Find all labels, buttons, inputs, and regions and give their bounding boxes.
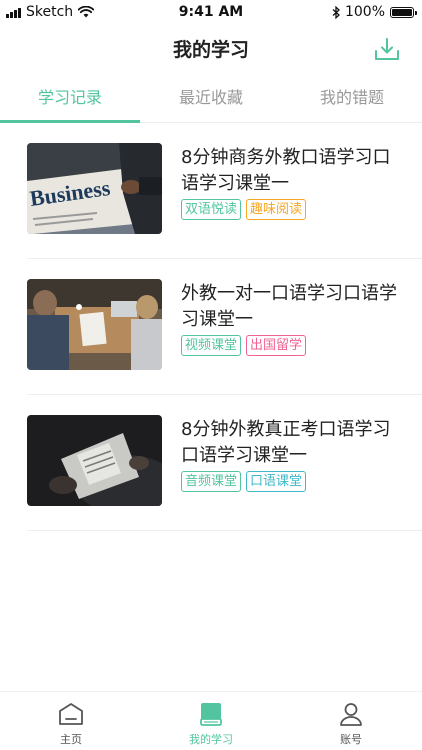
course-title: 外教一对一口语学习口语学习课堂一	[181, 283, 397, 330]
tabbar-label: 我的学习	[189, 733, 233, 746]
course-thumbnail: Business	[27, 143, 162, 234]
battery-percent: 100%	[344, 4, 385, 20]
tag-badge[interactable]: 视频课堂	[181, 335, 242, 356]
course-title: 8分钟商务外教口语学习口语学习课堂一	[181, 147, 391, 194]
tag-badge[interactable]: 音频课堂	[181, 471, 242, 492]
download-button[interactable]	[372, 34, 402, 64]
course-list: Business 8分钟商务外教口语学习口语学习课堂一 双语悦读 趣味阅读 外教…	[0, 123, 422, 531]
tabbar-my-study[interactable]: 我的学习	[141, 692, 281, 750]
tab-label: 学习记录	[37, 88, 102, 107]
bluetooth-icon	[332, 5, 340, 19]
course-thumbnail	[27, 415, 162, 506]
tabbar-home[interactable]: 主页	[1, 692, 141, 750]
bottom-tab-bar: 主页 我的学习 账号	[0, 691, 422, 750]
status-bar: Sketch 9:41 AM 100%	[0, 0, 422, 24]
home-icon	[59, 703, 83, 725]
tag-badge[interactable]: 口语课堂	[246, 471, 307, 492]
download-icon	[375, 38, 399, 60]
tag-list: 双语悦读 趣味阅读	[181, 199, 307, 220]
user-icon	[340, 703, 362, 726]
page-title: 我的学习	[172, 39, 249, 61]
nav-bar: 我的学习	[0, 24, 422, 72]
battery-icon	[390, 6, 417, 18]
tag-badge[interactable]: 趣味阅读	[246, 199, 307, 220]
tag-list: 音频课堂 口语课堂	[181, 471, 307, 492]
tab-my-mistakes[interactable]: 我的错题	[282, 76, 422, 122]
book-icon	[200, 703, 222, 726]
tag-badge[interactable]: 出国留学	[246, 335, 307, 356]
tab-study-record[interactable]: 学习记录	[0, 76, 140, 123]
tab-label: 我的错题	[319, 88, 384, 107]
course-title: 8分钟外教真正考口语学习口语学习课堂一	[181, 419, 391, 466]
tabbar-account[interactable]: 账号	[281, 692, 421, 750]
tag-badge[interactable]: 双语悦读	[181, 199, 242, 220]
list-item[interactable]: 8分钟外教真正考口语学习口语学习课堂一 音频课堂 口语课堂	[27, 395, 422, 531]
course-thumbnail	[27, 279, 162, 370]
tab-recent-favorites[interactable]: 最近收藏	[141, 76, 281, 122]
tabbar-label: 主页	[60, 733, 82, 746]
status-right: 100%	[332, 4, 417, 20]
tabbar-label: 账号	[340, 733, 362, 746]
list-item[interactable]: 外教一对一口语学习口语学习课堂一 视频课堂 出国留学	[27, 259, 422, 395]
tab-label: 最近收藏	[178, 88, 243, 107]
tab-strip: 学习记录 最近收藏 我的错题	[0, 76, 422, 123]
list-item[interactable]: Business 8分钟商务外教口语学习口语学习课堂一 双语悦读 趣味阅读	[27, 123, 422, 259]
tag-list: 视频课堂 出国留学	[181, 335, 307, 356]
